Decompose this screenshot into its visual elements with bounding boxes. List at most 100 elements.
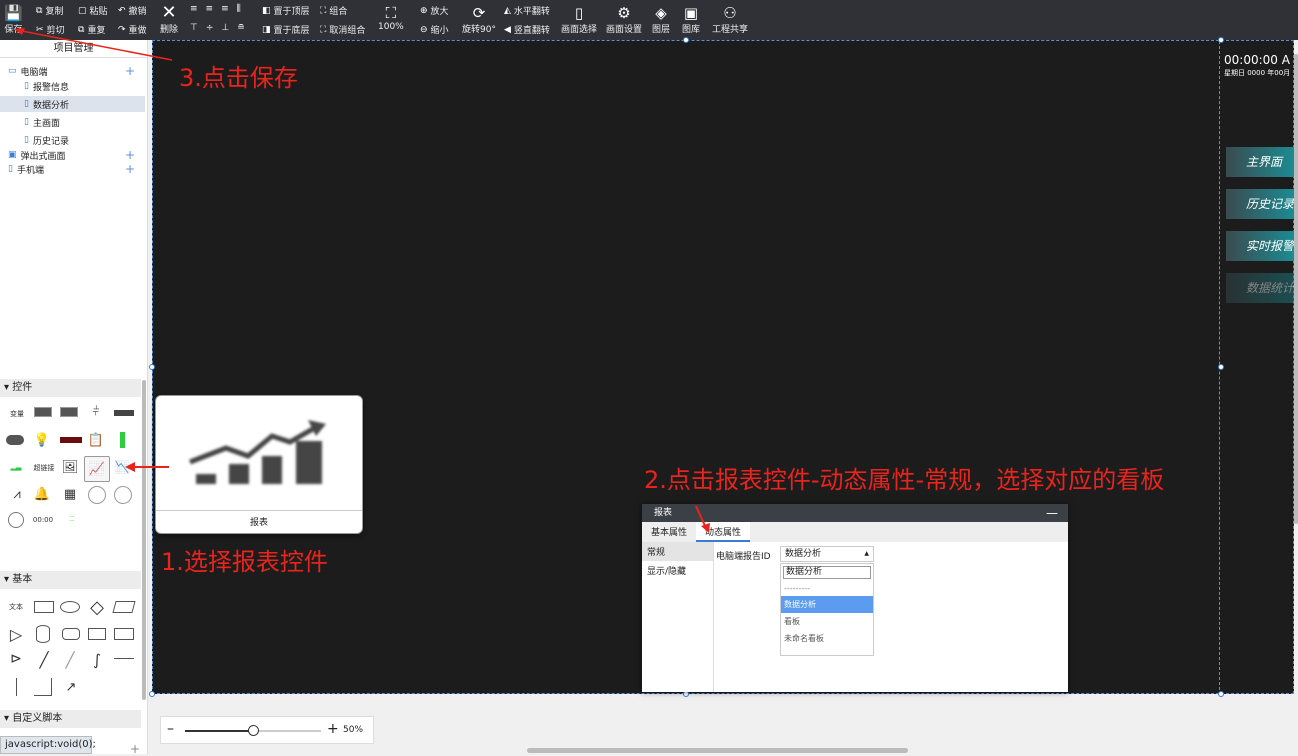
report-id-select[interactable]: 数据分析 ▲ xyxy=(780,546,874,562)
gauge-icon[interactable] xyxy=(88,486,106,504)
toggle-switch-icon[interactable] xyxy=(6,435,24,445)
horizontal-line-icon[interactable] xyxy=(114,658,134,659)
resize-handle[interactable] xyxy=(1218,37,1224,43)
zoom-slider-knob[interactable] xyxy=(248,725,259,736)
image-control-icon[interactable]: 🖼 xyxy=(62,459,79,475)
tree-item-mobile[interactable]: ▯ 手机端 + xyxy=(0,161,145,177)
diamond-icon[interactable]: ◇ xyxy=(88,597,106,618)
section-basic[interactable]: ▾ 基本 xyxy=(0,571,141,589)
control-hyperlink[interactable]: 超链接 xyxy=(32,462,56,474)
tab-basic-properties[interactable]: 基本属性 xyxy=(642,522,696,542)
minimize-icon[interactable]: — xyxy=(1046,504,1058,522)
control-dotted-trend[interactable]: ⁚⁚ xyxy=(62,515,82,523)
bell-icon[interactable]: 🔔 xyxy=(34,486,50,502)
control-misc[interactable] xyxy=(4,538,26,552)
zoom-out-button[interactable]: ⊖ 缩小 xyxy=(420,23,449,37)
nav-button-main[interactable]: 主界面 xyxy=(1226,147,1298,177)
flip-horizontal-button[interactable]: ◭ 水平翻转 xyxy=(504,4,550,18)
clock-display[interactable]: 00:00:00 A xyxy=(1224,53,1294,67)
bring-top-button[interactable]: ◧ 置于顶层 xyxy=(262,4,310,18)
align-top-icon[interactable]: ⊤ xyxy=(190,23,198,33)
control-bar[interactable] xyxy=(114,410,134,416)
report-control-icon[interactable]: 📈 xyxy=(84,456,110,482)
align-middle-icon[interactable]: ÷ xyxy=(206,23,214,33)
control-variable[interactable]: 变量 xyxy=(6,406,28,422)
align-left-icon[interactable]: ≡ xyxy=(190,4,198,14)
resize-handle[interactable] xyxy=(149,691,155,697)
control-text[interactable]: 文本 xyxy=(6,600,26,614)
tree-item-history[interactable]: ▯ 历史记录 xyxy=(0,132,145,148)
dashed-line-icon[interactable]: ╱ xyxy=(60,651,80,669)
add-icon[interactable]: + xyxy=(125,64,135,78)
zoom-level-select[interactable]: ⛶ 100% xyxy=(378,4,404,32)
dropdown-search-input[interactable]: 数据分析 xyxy=(783,566,871,579)
zoom-slider-track[interactable] xyxy=(185,725,321,736)
arrow-line-icon[interactable]: ↗ xyxy=(62,678,80,696)
resize-handle[interactable] xyxy=(1218,364,1224,370)
multi-doc-icon[interactable] xyxy=(114,628,134,640)
zoom-in-button[interactable]: ⊕ 放大 xyxy=(420,4,449,18)
distribute-v-icon[interactable]: ≘ xyxy=(237,23,245,33)
dial-icon[interactable] xyxy=(114,486,132,504)
gallery-button[interactable]: ▣ 图库 xyxy=(682,4,700,35)
align-right-icon[interactable]: ≡ xyxy=(221,4,229,14)
section-controls[interactable]: ▾ 控件 xyxy=(0,379,141,397)
copy-button[interactable]: ⧉ 复制 xyxy=(36,4,63,18)
dropdown-option-unnamed-dashboard[interactable]: 未命名看板 xyxy=(781,630,873,647)
dropdown-option-data-analysis[interactable]: 数据分析 xyxy=(781,596,873,613)
parallelogram-icon[interactable] xyxy=(112,601,136,613)
side-item-visibility[interactable]: 显示/隐藏 xyxy=(642,561,713,580)
control-led-bar[interactable] xyxy=(60,437,82,443)
tree-item-pc[interactable]: ▭ 电脑端 + xyxy=(0,63,145,79)
report-control-preview[interactable]: 报表 xyxy=(155,395,363,534)
group-button[interactable]: ⛶ 组合 xyxy=(320,4,347,18)
canvas-vertical-scrollbar[interactable] xyxy=(1294,54,1298,524)
add-icon[interactable]: + xyxy=(125,162,135,176)
line-icon[interactable]: ╱ xyxy=(34,651,54,669)
clipboard-icon[interactable]: 📋 xyxy=(88,431,104,449)
flip-vertical-button[interactable]: ◀ 竖直翻转 xyxy=(504,23,550,37)
resize-handle[interactable] xyxy=(1218,691,1224,697)
canvas-horizontal-scrollbar[interactable] xyxy=(527,748,908,753)
ellipse-icon[interactable] xyxy=(60,601,80,613)
resize-handle[interactable] xyxy=(683,37,689,43)
table-icon[interactable]: ▦ xyxy=(62,486,78,502)
section-custom-script[interactable]: ▾ 自定义脚本 xyxy=(0,710,141,728)
plus-icon[interactable]: + xyxy=(327,722,339,736)
control-numeric-input[interactable] xyxy=(60,407,78,417)
control-sparkline[interactable]: ▂▃ xyxy=(6,462,26,472)
elbow-line-icon[interactable] xyxy=(34,678,52,696)
layers-button[interactable]: ◈ 图层 xyxy=(652,4,670,35)
cylinder-icon[interactable] xyxy=(36,625,50,643)
add-icon[interactable]: + xyxy=(125,148,135,162)
resize-handle[interactable] xyxy=(149,364,155,370)
align-center-icon[interactable]: ≡ xyxy=(206,4,214,14)
project-share-button[interactable]: ⚇ 工程共享 xyxy=(712,4,748,35)
curve-icon[interactable]: ∫ xyxy=(88,651,106,669)
send-bottom-button[interactable]: ◨ 置于底层 xyxy=(262,23,310,37)
rotate-button[interactable]: ⟳ 旋转90° xyxy=(462,4,496,35)
cloud-icon[interactable] xyxy=(62,628,80,640)
control-clock[interactable]: 00:00 xyxy=(30,514,56,526)
chevron-shape-icon[interactable]: ⊳ xyxy=(6,651,26,667)
lightbulb-icon[interactable]: 💡 xyxy=(34,432,50,448)
tree-item-main-screen[interactable]: ▯ 主画面 xyxy=(0,114,145,130)
nav-button-alarm[interactable]: 实时报警 xyxy=(1226,231,1298,261)
document-shape-icon[interactable] xyxy=(88,628,106,640)
slider-controls-icon[interactable]: ⫩ xyxy=(86,404,106,418)
screen-select-button[interactable]: ▯ 画面选择 xyxy=(561,4,597,35)
undo-button[interactable]: ↶ 撤销 xyxy=(118,4,147,18)
paste-button[interactable]: ▢ 粘贴 xyxy=(78,4,108,18)
vertical-line-icon[interactable] xyxy=(16,678,17,696)
tree-item-data-analysis[interactable]: ▯ 数据分析 xyxy=(0,96,145,112)
rectangle-icon[interactable] xyxy=(34,601,54,613)
control-numeric-display[interactable] xyxy=(34,407,52,417)
camera-icon[interactable] xyxy=(8,512,24,528)
nav-button-history[interactable]: 历史记录 xyxy=(1226,189,1298,219)
side-item-general[interactable]: 常规 xyxy=(642,542,713,561)
level-gauge-icon[interactable] xyxy=(120,432,125,448)
nav-button-stats[interactable]: 数据统计 xyxy=(1226,273,1298,303)
sidebar-scrollbar[interactable] xyxy=(142,380,146,700)
minus-icon[interactable]: – xyxy=(167,722,174,736)
dropdown-option-empty[interactable]: --------- xyxy=(781,581,873,596)
